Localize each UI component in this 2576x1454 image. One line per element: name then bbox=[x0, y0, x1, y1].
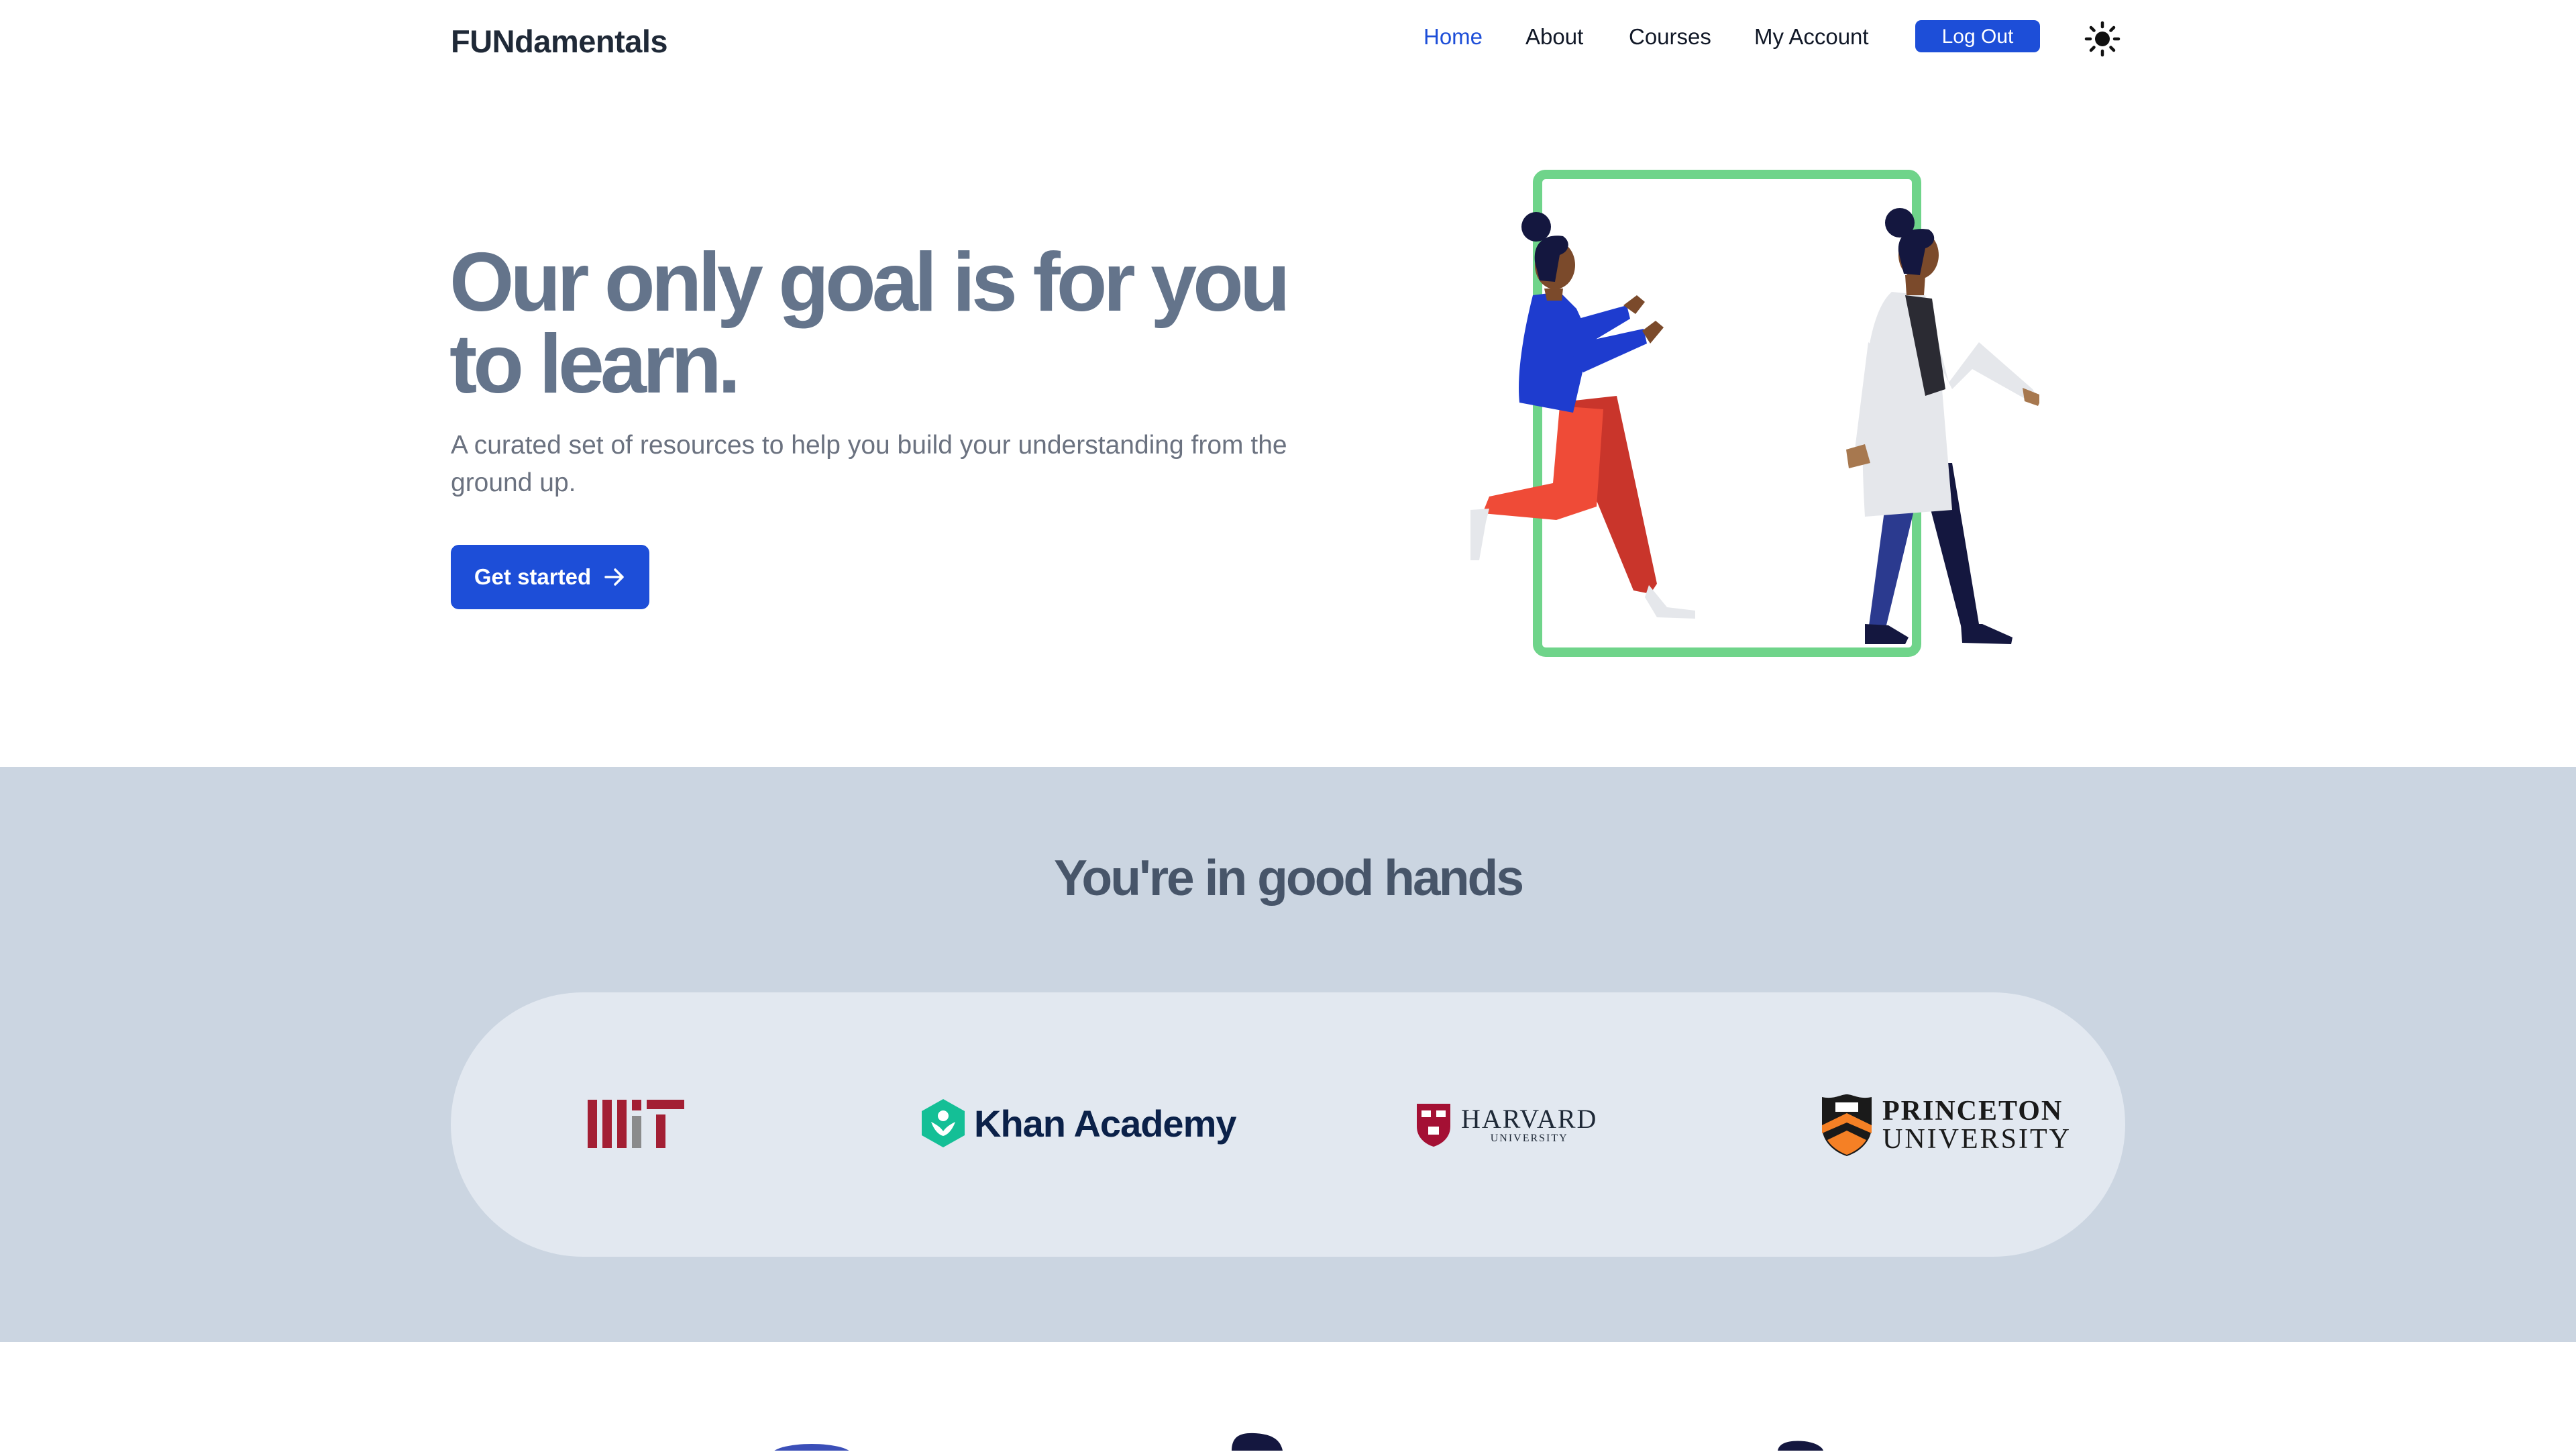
princeton-wordmark: PRINCETON bbox=[1882, 1096, 2063, 1127]
khan-academy-hexagon-icon bbox=[922, 1099, 965, 1147]
hero-subtitle: A curated set of resources to help you b… bbox=[451, 431, 1287, 497]
nav-link-my-account[interactable]: My Account bbox=[1754, 23, 1869, 51]
mit-logo bbox=[588, 1100, 684, 1148]
khan-academy-wordmark: Khan Academy bbox=[974, 1102, 1236, 1145]
trust-title: You're in good hands bbox=[1053, 849, 1524, 906]
princeton-shield-icon bbox=[1822, 1094, 1872, 1156]
partner-logos-pill: Khan Academy HARVARD UNIVERSITY PRINCETO… bbox=[451, 992, 2125, 1257]
harvard-wordmark: HARVARD bbox=[1461, 1104, 1598, 1134]
hero-title: Our only goal is for you to learn. bbox=[449, 236, 1291, 411]
next-section-illustrations bbox=[771, 1433, 1823, 1454]
princeton-logo: PRINCETON UNIVERSITY bbox=[1821, 1093, 2072, 1157]
nav-link-about[interactable]: About bbox=[1525, 23, 1583, 51]
nav-links: Home About Courses My Account bbox=[0, 23, 2576, 63]
two-people-walking-through-door-illustration bbox=[1470, 170, 2039, 657]
khan-academy-logo: Khan Academy bbox=[920, 1093, 1236, 1153]
sun-icon bbox=[2084, 21, 2121, 57]
nav-link-home[interactable]: Home bbox=[1424, 23, 1483, 51]
harvard-sub-wordmark: UNIVERSITY bbox=[1490, 1133, 1568, 1144]
next-section-preview bbox=[0, 1342, 2576, 1454]
get-started-label: Get started bbox=[474, 564, 592, 589]
princeton-sub-wordmark: UNIVERSITY bbox=[1882, 1124, 2072, 1155]
logout-button[interactable]: Log Out bbox=[1915, 20, 2040, 52]
harvard-logo: HARVARD UNIVERSITY bbox=[1415, 1100, 1597, 1151]
harvard-shield-icon bbox=[1417, 1104, 1450, 1147]
nav-link-courses[interactable]: Courses bbox=[1629, 23, 1711, 51]
theme-toggle-button[interactable] bbox=[2084, 20, 2121, 58]
top-nav: FUNdamentals Home About Courses My Accou… bbox=[0, 0, 2576, 81]
arrow-right-icon bbox=[604, 568, 624, 586]
get-started-button[interactable]: Get started bbox=[451, 545, 649, 609]
trust-section: You're in good hands Khan Academy HARVAR… bbox=[0, 767, 2576, 1342]
